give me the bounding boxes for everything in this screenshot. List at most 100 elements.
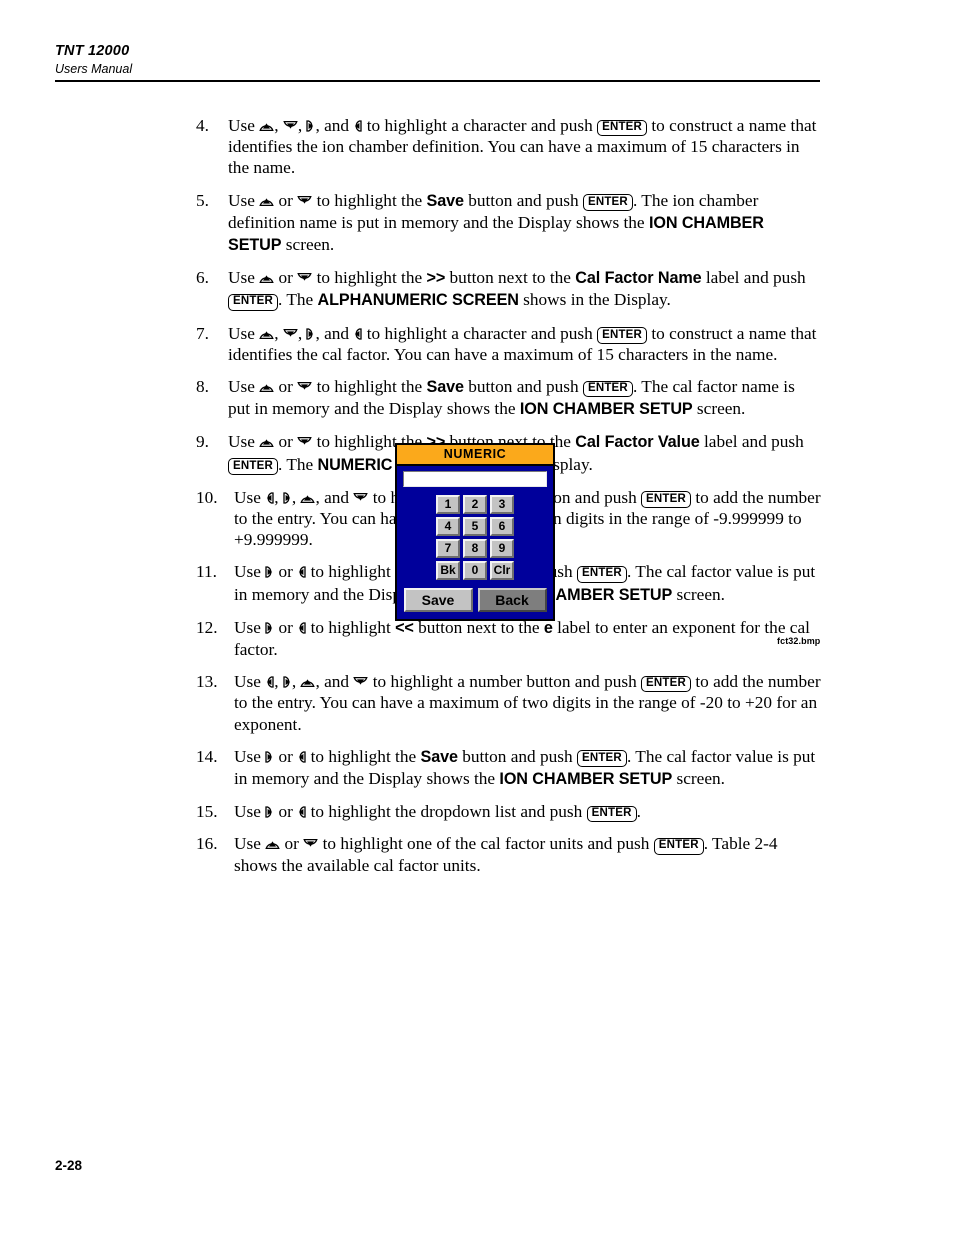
step-text-run: or <box>274 562 298 582</box>
keypad-key-2[interactable]: 2 <box>463 495 487 514</box>
step-number: 11. <box>196 562 217 582</box>
enter-key-glyph: ENTER <box>586 805 637 823</box>
manual-subtitle: Users Manual <box>55 62 133 76</box>
arrow-up-key <box>265 838 280 850</box>
back-button[interactable]: Back <box>477 588 547 612</box>
procedure-step: 14. Use or to highlight the Save button a… <box>196 746 821 790</box>
step-text-run: to highlight the <box>312 268 427 288</box>
step-text-run: to highlight a character and push <box>362 116 598 135</box>
procedure-step: 16. Use or to highlight one of the cal fa… <box>196 833 821 875</box>
step-text-run: or <box>274 802 298 822</box>
enter-key-glyph: ENTER <box>228 293 278 311</box>
step-text-run: button and push <box>457 746 577 766</box>
keypad-key-8[interactable]: 8 <box>463 539 487 558</box>
step-text-run: Use <box>234 802 266 822</box>
arrow-left-key <box>297 566 306 579</box>
keypad-key-bk[interactable]: Bk <box>436 561 460 580</box>
emphasis-term: Cal Factor Name <box>575 269 702 288</box>
arrow-left-key <box>265 492 274 504</box>
keypad-row: Bk 0 Clr <box>436 561 514 580</box>
step-text-run: Use <box>234 562 266 582</box>
step-text-run: button and push <box>463 190 583 210</box>
procedure-step: 4. Use , , , and to highlight a character… <box>196 115 821 179</box>
step-number: 12. <box>196 617 218 637</box>
keypad-key-6[interactable]: 6 <box>490 517 514 536</box>
step-text-run: button next to the <box>445 268 576 288</box>
step-number: 16. <box>196 834 218 854</box>
keypad-key-5[interactable]: 5 <box>463 517 487 536</box>
step-text-run: , and <box>315 116 354 135</box>
step-number: 9. <box>196 432 209 452</box>
keypad-key-1[interactable]: 1 <box>436 495 460 514</box>
emphasis-term: ION CHAMBER SETUP <box>499 770 673 789</box>
step-text-run: label and push <box>701 268 806 288</box>
keypad-key-9[interactable]: 9 <box>490 539 514 558</box>
step-text-run: or <box>274 377 298 397</box>
arrow-left-key <box>353 120 363 132</box>
arrow-down-key <box>297 381 312 393</box>
arrow-right-key <box>265 622 274 634</box>
step-text-run: , and <box>315 672 354 692</box>
arrow-left-key <box>265 676 274 688</box>
arrow-up-key <box>300 492 316 504</box>
step-number: 8. <box>196 377 209 397</box>
step-text-run: Use <box>234 487 266 507</box>
emphasis-term: Save <box>426 378 465 397</box>
step-text-run: to highlight the <box>312 190 427 210</box>
arrow-up-key <box>259 272 274 284</box>
step-text-run: , <box>297 116 307 135</box>
procedure-step: 13. Use , , , and to highlight a number b… <box>196 671 821 735</box>
arrow-left-key <box>297 751 306 763</box>
step-text-run: , and <box>315 323 354 343</box>
keypad-key-clr[interactable]: Clr <box>490 561 514 580</box>
step-text-run: . The <box>277 290 318 310</box>
arrow-right-key <box>265 566 274 579</box>
step-text-run: or <box>274 617 298 637</box>
step-text-run: , <box>297 323 307 343</box>
procedure-step: 12. Use or to highlight << button next to… <box>196 617 821 660</box>
step-number: 15. <box>196 802 218 822</box>
keypad-key-7[interactable]: 7 <box>436 539 460 558</box>
keypad-key-0[interactable]: 0 <box>463 561 487 580</box>
step-text-run: button and push <box>463 377 583 397</box>
step-text-run: Use <box>234 617 266 637</box>
procedure-step: 7. Use , , , and to highlight a character… <box>196 323 821 365</box>
numeric-entry-field[interactable] <box>403 471 547 487</box>
step-text-run: to highlight a character and push <box>362 323 598 343</box>
step-number: 13. <box>196 672 218 692</box>
emphasis-term: Cal Factor Value <box>575 433 700 452</box>
procedure-step: 8. Use or to highlight the Save button an… <box>196 376 821 420</box>
arrow-down-key <box>303 838 318 850</box>
step-number: 14. <box>196 746 218 766</box>
step-text-run: or <box>280 834 304 854</box>
enter-key-glyph: ENTER <box>576 565 627 583</box>
step-text-run: or <box>274 190 298 210</box>
enter-key-glyph: ENTER <box>228 458 278 475</box>
arrow-down-key <box>297 272 312 284</box>
step-text: Use or to highlight the Save button and … <box>228 377 795 418</box>
step-number: 10. <box>196 487 218 507</box>
procedure-step: 5. Use or to highlight the Save button an… <box>196 190 821 257</box>
arrow-up-key <box>259 195 274 207</box>
enter-key-glyph: ENTER <box>653 837 704 855</box>
keypad-key-3[interactable]: 3 <box>490 495 514 514</box>
step-text-run: shows in the Display. <box>518 290 671 310</box>
save-button[interactable]: Save <box>403 588 473 612</box>
arrow-right-key <box>306 120 315 132</box>
keypad-key-4[interactable]: 4 <box>436 517 460 536</box>
step-text-run: label and push <box>699 432 804 452</box>
enter-key-glyph: ENTER <box>582 380 633 398</box>
step-text-run: Use <box>228 432 260 452</box>
enter-key-glyph: ENTER <box>641 491 692 509</box>
arrow-down-key <box>353 492 369 504</box>
step-text-run: Use <box>228 377 260 397</box>
step-text-run: to highlight the <box>306 746 421 766</box>
step-text-run: to highlight the dropdown list and push <box>306 802 587 822</box>
step-text: Use , , , and to highlight a number butt… <box>234 672 821 733</box>
keypad-row: 789 <box>436 539 514 558</box>
step-text-run: , <box>274 323 283 343</box>
keypad-row: 123 <box>436 495 514 514</box>
step-number: 4. <box>196 116 209 135</box>
step-text-run: screen. <box>281 235 335 255</box>
arrow-right-key <box>265 806 274 818</box>
